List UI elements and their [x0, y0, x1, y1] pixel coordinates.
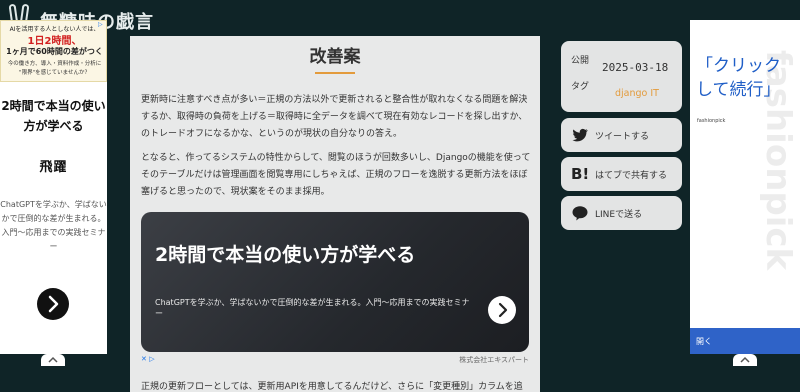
inline-ad-description: ChatGPTを学ぶか、学ばないかで圧倒的な差が生まれる。入門〜応用までの実践セ…: [155, 298, 470, 318]
article-paragraph: 正規の更新フローとしては、更新用APIを用意してるんだけど、さらに「変更種別」カ…: [141, 382, 523, 392]
banner-text: 今の働き方、導入・資料作成・分析に: [7, 61, 102, 67]
right-ad-title[interactable]: 「クリックして続行」: [696, 54, 796, 102]
right-ad-collapse-button[interactable]: [733, 354, 757, 366]
left-ad-collapse-button[interactable]: [41, 354, 65, 366]
published-label: 公開: [571, 56, 590, 66]
chevron-up-icon: [48, 356, 58, 363]
inline-ad-arrow-button[interactable]: [488, 296, 516, 324]
tweet-button[interactable]: ツイートする: [561, 118, 682, 152]
chevron-up-icon: [740, 356, 750, 363]
right-ad-open-button[interactable]: 開く: [690, 328, 800, 354]
tweet-label: ツイートする: [595, 132, 650, 142]
tag-label: タグ: [571, 82, 590, 92]
banner-text: "限界"を感じていませんか？: [19, 70, 90, 76]
left-ad-logo: 飛躍: [39, 160, 68, 175]
section-heading: 改善案: [309, 47, 361, 67]
heading-underline: [315, 72, 355, 74]
left-ad-arrow-button[interactable]: [37, 288, 69, 320]
inline-ad-advertiser[interactable]: 株式会社エキスパート: [459, 355, 529, 365]
twitter-bird-icon: [572, 128, 589, 142]
right-skyscraper-ad[interactable]: fashionpick 「クリックして続行」 fashionpick 開く: [690, 20, 800, 354]
site-header: 無糖味の戯言: [0, 0, 800, 40]
article-paragraph: 更新時に注意すべき点が多い＝正規の方法以外で更新されると整合性が取れなくなる問題…: [141, 95, 528, 139]
tag-links[interactable]: django IT: [615, 88, 659, 99]
hatena-label: はてブで共有する: [595, 171, 668, 181]
left-ad-title[interactable]: 2時間で本当の使い方が学べる: [0, 96, 107, 136]
hatena-bookmark-icon: B!: [571, 165, 590, 183]
left-skyscraper-ad[interactable]: AIを活用する人としない人では、 1日2時間、 1ヶ月で60時間の差がつく 今の…: [0, 20, 107, 354]
post-meta-card: 公開 2025-03-18 タグ django IT: [561, 41, 682, 112]
chevron-right-icon: [498, 302, 508, 318]
article-paragraph: となると、作ってるシステムの特性からして、閲覧のほうが回数多いし、Djangoの…: [141, 153, 531, 197]
published-date: 2025-03-18: [602, 61, 669, 74]
left-ad-description: ChatGPTを学ぶか、学ばないかで圧倒的な差が生まれる。入門〜応用までの実践セ…: [0, 200, 107, 251]
adchoices-icon[interactable]: ✕ ▷: [141, 355, 155, 363]
line-label: LINEで送る: [595, 210, 643, 220]
line-share-button[interactable]: LINEで送る: [561, 196, 682, 230]
banner-text: 1ヶ月で60時間の差がつく: [6, 47, 103, 56]
inline-ad-card[interactable]: 2時間で本当の使い方が学べる ChatGPTを学ぶか、学ばないかで圧倒的な差が生…: [141, 212, 529, 352]
ad-info-icon[interactable]: ▷: [98, 21, 106, 29]
line-chat-icon: [572, 206, 588, 221]
article-main: 改善案 更新時に注意すべき点が多い＝正規の方法以外で更新されると整合性が取れなく…: [130, 36, 540, 392]
banner-text: 1日2時間、: [27, 36, 82, 47]
right-ad-open-label: 開く: [696, 337, 712, 346]
left-ad-banner[interactable]: AIを活用する人としない人では、 1日2時間、 1ヶ月で60時間の差がつく 今の…: [0, 20, 107, 82]
inline-ad-title[interactable]: 2時間で本当の使い方が学べる: [155, 240, 415, 267]
hatena-bookmark-button[interactable]: B! はてブで共有する: [561, 157, 682, 191]
inline-ad-footer: ✕ ▷ 株式会社エキスパート: [141, 354, 529, 366]
chevron-right-icon: [48, 295, 59, 313]
right-ad-brand: fashionpick: [697, 118, 726, 124]
